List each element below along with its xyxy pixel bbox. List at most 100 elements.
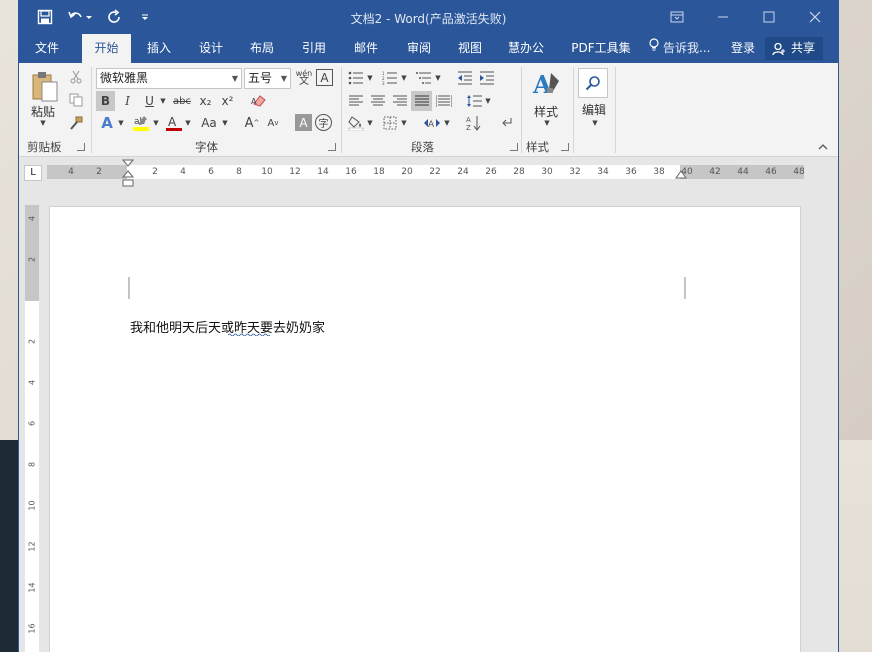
multilevel-list-dropdown-icon[interactable]: ▼: [434, 74, 442, 82]
maximize-icon[interactable]: [746, 0, 792, 34]
sort-icon[interactable]: AZ: [464, 113, 484, 133]
bullets-icon[interactable]: [346, 68, 366, 88]
tab-view[interactable]: 视图: [448, 34, 492, 63]
font-name-value: 微软雅黑: [100, 71, 149, 85]
tab-huibangong[interactable]: 慧办公: [501, 34, 551, 63]
chinese-layout-icon[interactable]: A: [421, 113, 443, 133]
login-link[interactable]: 登录: [723, 34, 763, 63]
ruler-tick-label: 4: [27, 379, 37, 386]
tab-pdf-tools[interactable]: PDF工具集: [565, 34, 637, 63]
character-border-icon[interactable]: A: [316, 69, 333, 86]
cut-icon[interactable]: [67, 68, 85, 86]
change-case-button[interactable]: Aa: [197, 113, 221, 133]
show-formatting-marks-icon[interactable]: [497, 113, 517, 133]
top-left-crop-mark: [128, 277, 130, 299]
text-effects-icon[interactable]: A: [97, 113, 117, 133]
character-shading-icon[interactable]: A: [295, 114, 312, 131]
font-color-icon[interactable]: A: [164, 113, 184, 133]
numbering-dropdown-icon[interactable]: ▼: [400, 74, 408, 82]
borders-icon[interactable]: [380, 113, 400, 133]
tab-layout[interactable]: 布局: [240, 34, 284, 63]
clear-formatting-icon[interactable]: A: [249, 91, 269, 111]
tab-design[interactable]: 设计: [189, 34, 233, 63]
superscript-button[interactable]: x²: [218, 91, 237, 111]
vertical-ruler[interactable]: 4 2 2 4 6 8 10 12 14 16: [25, 205, 39, 652]
right-indent-marker[interactable]: [675, 170, 687, 185]
align-center-icon[interactable]: [368, 91, 388, 111]
enclose-characters-icon[interactable]: 字: [315, 114, 332, 131]
bullets-dropdown-icon[interactable]: ▼: [366, 74, 374, 82]
ruler-tick-label: 24: [457, 167, 469, 177]
text-effects-dropdown-icon[interactable]: ▼: [117, 119, 125, 127]
tab-insert[interactable]: 插入: [137, 34, 181, 63]
align-left-icon[interactable]: [346, 91, 366, 111]
numbering-icon[interactable]: 123: [380, 68, 400, 88]
styles-icon[interactable]: A: [531, 69, 561, 101]
decrease-indent-icon[interactable]: [455, 68, 475, 88]
font-color-dropdown-icon[interactable]: ▼: [184, 119, 192, 127]
grow-font-icon[interactable]: A ^: [243, 113, 261, 133]
subscript-button[interactable]: x₂: [196, 91, 215, 111]
font-name-combo[interactable]: 微软雅黑 ▼: [96, 68, 242, 89]
font-size-combo[interactable]: 五号 ▼: [244, 68, 291, 89]
highlight-dropdown-icon[interactable]: ▼: [152, 119, 160, 127]
tab-mailings[interactable]: 邮件: [344, 34, 388, 63]
paragraph-launcher-icon[interactable]: [510, 143, 518, 151]
ribbon-display-options-icon[interactable]: [654, 0, 700, 34]
distributed-icon[interactable]: [434, 91, 454, 111]
tab-file[interactable]: 文件: [25, 34, 69, 63]
font-launcher-icon[interactable]: [328, 143, 336, 151]
strikethrough-button[interactable]: abc: [171, 91, 193, 111]
svg-text:3: 3: [382, 81, 385, 85]
change-case-dropdown-icon[interactable]: ▼: [221, 119, 229, 127]
minimize-icon[interactable]: [700, 0, 746, 34]
underline-button[interactable]: U: [140, 91, 159, 111]
paste-icon[interactable]: [27, 69, 63, 105]
group-separator: [341, 67, 342, 153]
document-text-line[interactable]: 我和他明天后天或昨天要去奶奶家: [130, 317, 325, 336]
ruler-tick-label: 26: [485, 167, 497, 177]
justify-icon[interactable]: [411, 91, 432, 111]
paste-dropdown-icon[interactable]: ▼: [39, 119, 47, 127]
share-button[interactable]: 共享: [765, 37, 824, 60]
chinese-layout-dropdown-icon[interactable]: ▼: [443, 119, 451, 127]
align-right-icon[interactable]: [390, 91, 410, 111]
tab-home[interactable]: 开始: [82, 34, 131, 63]
document-page[interactable]: 我和他明天后天或昨天要去奶奶家: [49, 206, 801, 652]
tell-me-box[interactable]: 告诉我...: [649, 34, 719, 63]
highlight-icon[interactable]: ab: [130, 113, 152, 133]
line-spacing-icon[interactable]: [464, 91, 484, 111]
phonetic-guide-icon[interactable]: wén 文: [295, 68, 313, 88]
styles-dropdown-icon[interactable]: ▼: [543, 119, 551, 127]
paste-label[interactable]: 粘贴: [31, 103, 55, 120]
shading-dropdown-icon[interactable]: ▼: [366, 119, 374, 127]
styles-launcher-icon[interactable]: [561, 143, 569, 151]
increase-indent-icon[interactable]: [477, 68, 497, 88]
find-icon[interactable]: [578, 68, 608, 98]
shading-icon[interactable]: [346, 113, 366, 133]
shrink-font-icon[interactable]: Av: [264, 113, 282, 133]
clipboard-launcher-icon[interactable]: [77, 143, 85, 151]
ruler-tick-label: 2: [96, 167, 102, 177]
format-painter-icon[interactable]: [67, 114, 85, 132]
close-icon[interactable]: [792, 0, 838, 34]
underline-dropdown-icon[interactable]: ▼: [159, 97, 167, 105]
tab-references[interactable]: 引用: [292, 34, 336, 63]
group-separator: [615, 67, 616, 153]
svg-text:A: A: [532, 70, 552, 99]
multilevel-list-icon[interactable]: [414, 68, 434, 88]
editing-dropdown-icon[interactable]: ▼: [591, 119, 599, 127]
bold-button[interactable]: B: [96, 91, 115, 111]
editing-label[interactable]: 编辑: [582, 101, 606, 118]
italic-button[interactable]: I: [118, 91, 137, 111]
tab-selector-button[interactable]: L: [24, 165, 42, 181]
tab-review[interactable]: 审阅: [397, 34, 441, 63]
line-spacing-dropdown-icon[interactable]: ▼: [484, 97, 492, 105]
spelling-squiggle: [228, 333, 271, 336]
collapse-ribbon-icon[interactable]: [817, 141, 829, 153]
first-line-indent-marker[interactable]: [121, 159, 135, 192]
horizontal-ruler[interactable]: 4 2 2 4 6 8 10 12 14 16 18 20 22 24 26 28 30 32 34 36 38 40 42…: [47, 165, 805, 179]
copy-icon[interactable]: [67, 91, 85, 109]
borders-dropdown-icon[interactable]: ▼: [400, 119, 408, 127]
styles-label[interactable]: 样式: [534, 103, 558, 120]
